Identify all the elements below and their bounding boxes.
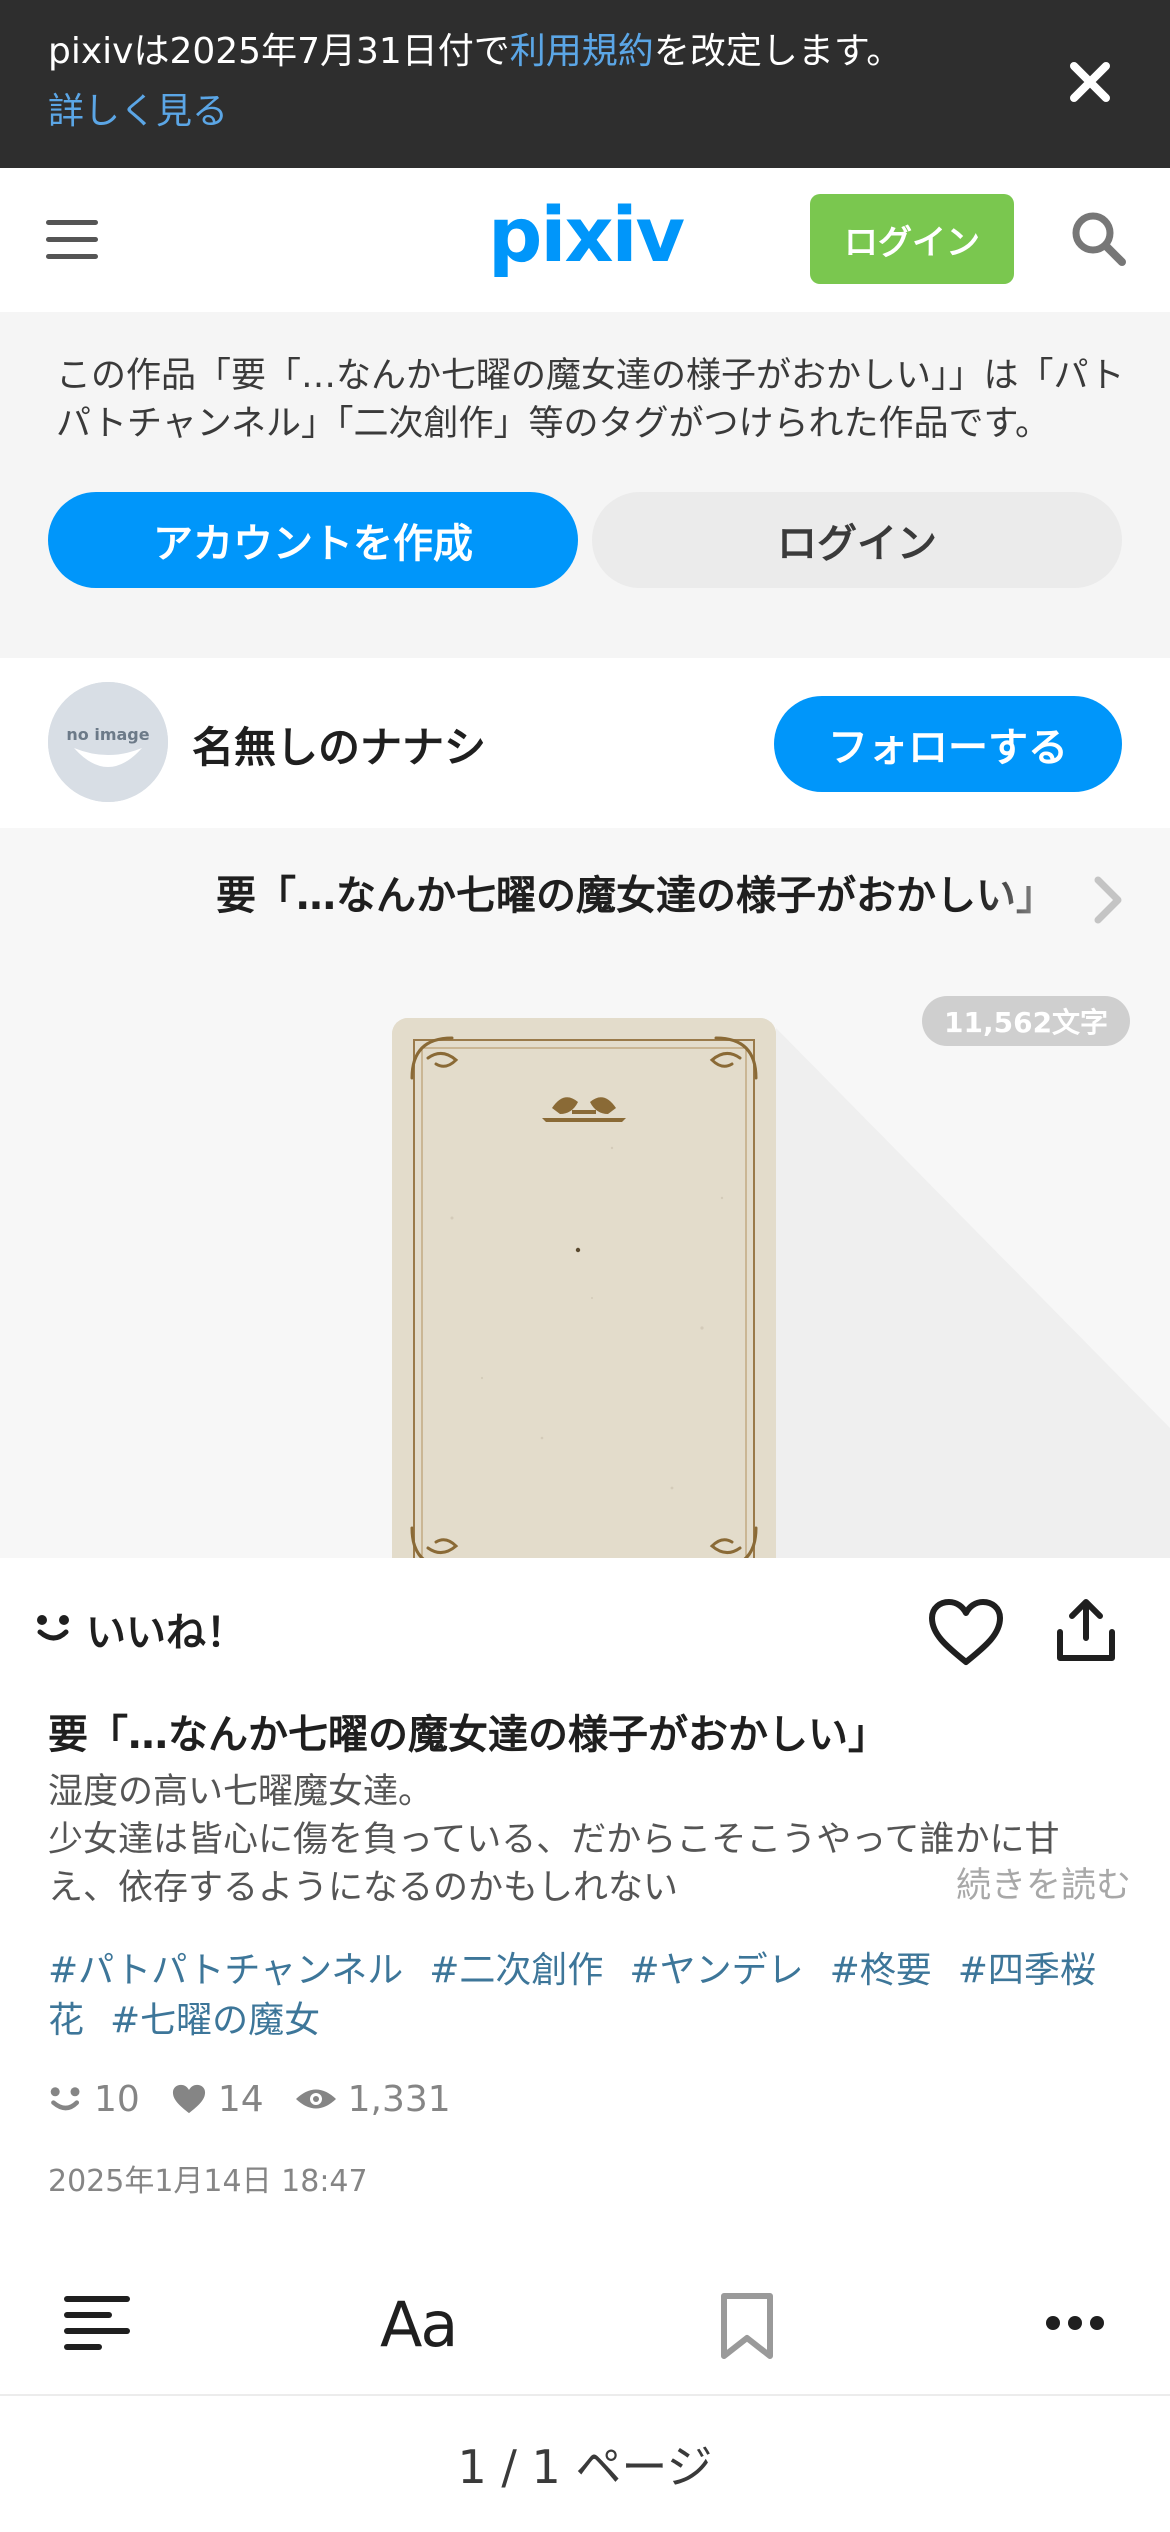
- menu-icon[interactable]: [46, 220, 98, 260]
- promo-login-button[interactable]: ログイン: [592, 492, 1122, 588]
- notice-banner: pixivは2025年7月31日付で利用規約を改定します。 詳しく見る: [0, 0, 1170, 168]
- work-stats: 10 14 1,331: [48, 2074, 481, 2124]
- ornamental-cover-image: [392, 1018, 776, 1558]
- follow-button[interactable]: フォローする: [774, 696, 1122, 792]
- signup-promo: この作品「要「…なんか七曜の魔女達の様子がおかしい」」は「パトパトチャンネル」「…: [0, 312, 1170, 658]
- novel-cover[interactable]: [392, 1018, 776, 1558]
- notice-more-link[interactable]: 詳しく見る: [48, 88, 228, 136]
- terms-link[interactable]: 利用規約: [510, 31, 654, 72]
- create-account-button[interactable]: アカウントを作成: [48, 492, 578, 588]
- reaction-bar: いいね！: [0, 1558, 1170, 1698]
- author-row: no image 名無しのナナシ フォローする: [0, 658, 1170, 828]
- author-name[interactable]: 名無しのナナシ: [192, 714, 486, 775]
- read-more-link[interactable]: 続きを読む: [942, 1862, 1132, 1910]
- heart-icon[interactable]: [926, 1596, 1006, 1668]
- tag-item[interactable]: #パトパトチャンネル: [48, 1950, 403, 1991]
- page-indicator: 1 / 1 ページ: [457, 2440, 713, 2494]
- heart-icon: [172, 2084, 205, 2114]
- tag-list: #パトパトチャンネル #二次創作 #ヤンデレ #柊要 #四季桜花 #七曜の魔女: [48, 1946, 1122, 2046]
- close-icon[interactable]: [1066, 58, 1114, 106]
- app-header: pixiv ログイン: [0, 168, 1170, 312]
- bookmark-count: 14: [217, 2078, 264, 2120]
- notice-text-after: を改定します。: [653, 31, 903, 72]
- no-image-avatar-icon: no image: [48, 682, 168, 802]
- search-icon[interactable]: [1068, 208, 1128, 268]
- series-title-fade: [980, 858, 1100, 934]
- share-icon[interactable]: [1050, 1594, 1122, 1666]
- like-button[interactable]: いいね！: [86, 1600, 246, 1658]
- avatar-text: no image: [66, 725, 149, 744]
- like-count-stat: 10: [48, 2079, 140, 2120]
- notice-text-before: pixivは2025年7月31日付で: [48, 31, 510, 72]
- cover-area: 要「…なんか七曜の魔女達の様子がおかしい」 11,562文字: [0, 828, 1170, 1558]
- more-options-icon[interactable]: [1044, 2314, 1106, 2332]
- avatar[interactable]: no image: [48, 682, 168, 802]
- tag-item[interactable]: #二次創作: [429, 1950, 603, 1991]
- work-title: 要「…なんか七曜の魔女達の様子がおかしい」: [48, 1712, 888, 1758]
- promo-text: この作品「要「…なんか七曜の魔女達の様子がおかしい」」は「パトパトチャンネル」「…: [56, 356, 1125, 444]
- notice-text: pixivは2025年7月31日付で利用規約を改定します。: [48, 28, 902, 76]
- smile-icon: [50, 2087, 80, 2111]
- smile-icon[interactable]: [34, 1608, 74, 1648]
- caption-line-1: 湿度の高い七曜魔女達。: [48, 1772, 434, 1812]
- table-of-contents-icon[interactable]: [64, 2294, 130, 2354]
- header-login-button[interactable]: ログイン: [810, 194, 1014, 284]
- tag-item[interactable]: #ヤンデレ: [629, 1950, 803, 1991]
- tag-item[interactable]: #七曜の魔女: [110, 2000, 320, 2041]
- chevron-right-icon[interactable]: [1088, 872, 1128, 928]
- view-count: 1,331: [347, 2078, 451, 2120]
- post-date: 2025年1月14日 18:47: [48, 2164, 368, 2199]
- series-title[interactable]: 要「…なんか七曜の魔女達の様子がおかしい」: [216, 868, 1086, 924]
- character-count-badge: 11,562文字: [922, 996, 1131, 1046]
- font-settings-button[interactable]: Aa: [380, 2288, 458, 2361]
- reader-toolbar: Aa: [0, 2270, 1170, 2394]
- pixiv-logo[interactable]: pixiv: [488, 190, 685, 280]
- eye-icon: [295, 2089, 336, 2109]
- bookmark-count-stat: 14: [170, 2079, 264, 2120]
- page: pixivは2025年7月31日付で利用規約を改定します。 詳しく見る pixi…: [0, 0, 1170, 2532]
- bookmark-icon[interactable]: [718, 2292, 776, 2360]
- view-count-stat: 1,331: [294, 2079, 451, 2120]
- tag-item[interactable]: #柊要: [830, 1950, 932, 1991]
- like-count: 10: [94, 2078, 140, 2120]
